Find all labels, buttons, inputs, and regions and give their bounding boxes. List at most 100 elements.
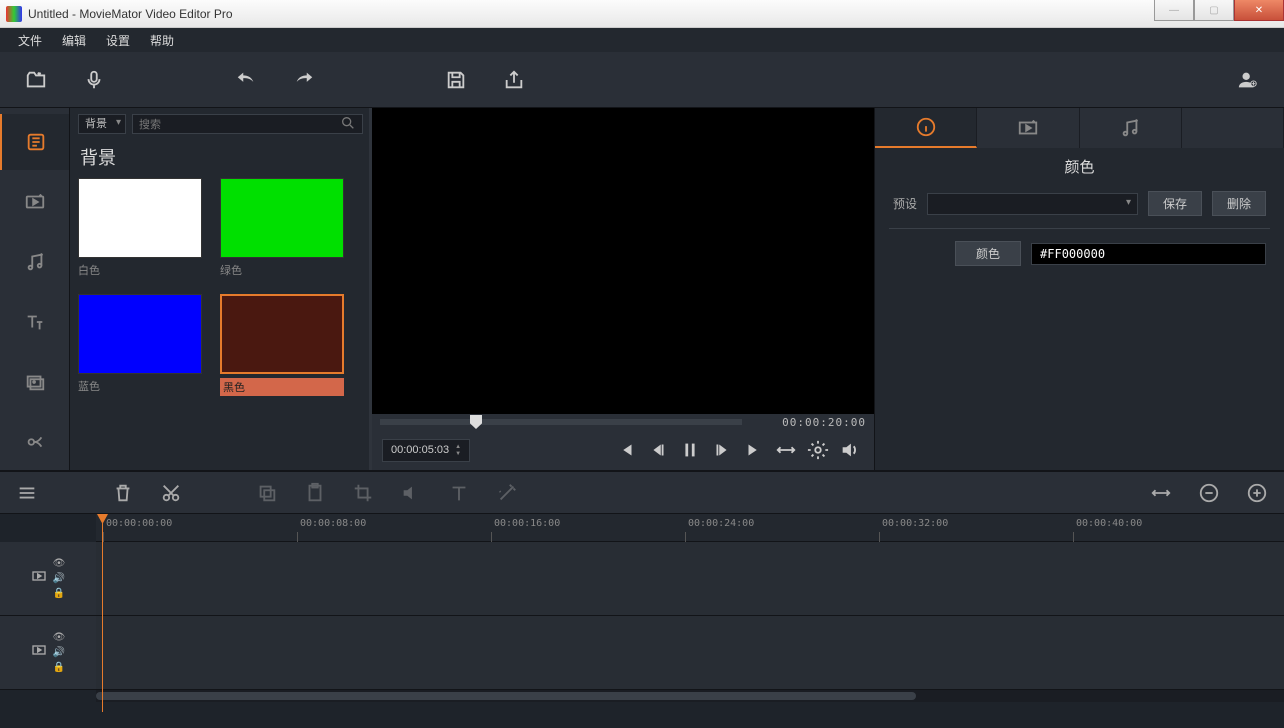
preview-controls: 00:00:05:03 ▲▼ <box>372 430 874 470</box>
track-lock-icon[interactable]: 🔒 <box>53 588 65 599</box>
color-value-field[interactable]: #FF000000 <box>1031 243 1266 265</box>
zoom-out-button[interactable] <box>1194 478 1224 508</box>
zoom-in-button[interactable] <box>1242 478 1272 508</box>
menu-edit[interactable]: 编辑 <box>54 29 94 52</box>
tab-text-icon[interactable] <box>0 294 69 350</box>
video-track-icon <box>31 642 47 663</box>
loop-button[interactable] <box>772 436 800 464</box>
user-add-button[interactable] <box>1226 60 1270 100</box>
ruler-tick: 00:00:40:00 <box>1076 518 1142 529</box>
magic-button[interactable] <box>492 478 522 508</box>
save-button[interactable] <box>434 60 478 100</box>
ruler-tick: 00:00:32:00 <box>882 518 948 529</box>
preset-dropdown[interactable] <box>927 193 1138 215</box>
left-tab-strip <box>0 108 70 470</box>
properties-panel: 颜色 预设 保存 删除 颜色 #FF000000 <box>874 108 1284 470</box>
divider <box>889 228 1270 229</box>
copy-button[interactable] <box>252 478 282 508</box>
cut-button[interactable] <box>156 478 186 508</box>
open-folder-button[interactable] <box>14 60 58 100</box>
preset-label: 预设 <box>893 195 917 212</box>
category-dropdown[interactable]: 背景 <box>78 114 126 134</box>
total-duration: 00:00:20:00 <box>782 416 866 429</box>
thumbnail-grid: 白色绿色蓝色黑色 <box>78 178 363 396</box>
thumbnail-2[interactable]: 蓝色 <box>78 294 202 396</box>
properties-title: 颜色 <box>875 148 1284 185</box>
ruler-tick: 00:00:08:00 <box>300 518 366 529</box>
time-down-icon[interactable]: ▼ <box>455 451 461 457</box>
track-audio-icon[interactable]: 🔊 <box>53 573 65 584</box>
skip-end-button[interactable] <box>740 436 768 464</box>
thumbnail-3[interactable]: 黑色 <box>220 294 344 396</box>
track-audio-icon[interactable]: 🔊 <box>53 647 65 658</box>
preset-delete-button[interactable]: 删除 <box>1212 191 1266 216</box>
top-toolbar <box>0 52 1284 108</box>
text-tool-button[interactable] <box>444 478 474 508</box>
menu-file[interactable]: 文件 <box>10 29 50 52</box>
ruler-tick: 00:00:00:00 <box>106 518 172 529</box>
menu-settings[interactable]: 设置 <box>98 29 138 52</box>
pause-button[interactable] <box>676 436 704 464</box>
crop-button[interactable] <box>348 478 378 508</box>
mute-button[interactable] <box>396 478 426 508</box>
tab-effects-icon[interactable] <box>0 414 69 470</box>
close-button[interactable]: ✕ <box>1234 0 1284 21</box>
scrub-handle[interactable] <box>470 415 482 429</box>
prop-tab-info-icon[interactable] <box>875 108 977 148</box>
video-track-2: 👁 🔊 🔒 <box>0 616 1284 690</box>
redo-button[interactable] <box>282 60 326 100</box>
prop-tab-more[interactable] <box>1182 108 1284 148</box>
timeline: 00:00:00:00 00:00:08:00 00:00:16:00 00:00:2… <box>0 514 1284 724</box>
thumbnail-0[interactable]: 白色 <box>78 178 202 278</box>
prop-tab-audio-icon[interactable] <box>1080 108 1182 148</box>
frame-fwd-button[interactable] <box>708 436 736 464</box>
video-track-1: 👁 🔊 🔒 <box>0 542 1284 616</box>
current-time-input[interactable]: 00:00:05:03 ▲▼ <box>382 439 470 462</box>
titlebar: Untitled - MovieMator Video Editor Pro —… <box>0 0 1284 28</box>
volume-button[interactable] <box>836 436 864 464</box>
microphone-button[interactable] <box>72 60 116 100</box>
tab-video-icon[interactable] <box>0 174 69 230</box>
search-placeholder: 搜索 <box>139 116 161 132</box>
playhead[interactable] <box>102 514 103 712</box>
tab-audio-icon[interactable] <box>0 234 69 290</box>
prop-tab-video-icon[interactable] <box>977 108 1079 148</box>
timeline-toolbar <box>0 470 1284 514</box>
track-visible-icon[interactable]: 👁 <box>53 632 66 643</box>
thumbnail-1[interactable]: 绿色 <box>220 178 344 278</box>
timeline-menu-icon[interactable] <box>12 478 42 508</box>
preview-panel: 00:00:20:00 00:00:05:03 ▲▼ <box>372 108 874 470</box>
menu-help[interactable]: 帮助 <box>142 29 182 52</box>
track-lock-icon[interactable]: 🔒 <box>53 662 65 673</box>
preset-save-button[interactable]: 保存 <box>1148 191 1202 216</box>
menubar: 文件 编辑 设置 帮助 <box>0 28 1284 52</box>
tab-media-icon[interactable] <box>0 114 69 170</box>
skip-start-button[interactable] <box>612 436 640 464</box>
library-panel: 背景 搜索 背景 白色绿色蓝色黑色 <box>70 108 372 470</box>
frame-back-button[interactable] <box>644 436 672 464</box>
track-body[interactable] <box>96 616 1284 689</box>
scrub-bar[interactable]: 00:00:20:00 <box>372 414 874 430</box>
export-button[interactable] <box>492 60 536 100</box>
video-track-icon <box>31 568 47 589</box>
app-logo-icon <box>6 6 22 22</box>
settings-button[interactable] <box>804 436 832 464</box>
ruler-tick: 00:00:16:00 <box>494 518 560 529</box>
tab-image-icon[interactable] <box>0 354 69 410</box>
timeline-scrollbar[interactable] <box>96 690 1284 702</box>
color-picker-button[interactable]: 颜色 <box>955 241 1021 266</box>
undo-button[interactable] <box>224 60 268 100</box>
library-section-title: 背景 <box>80 144 363 170</box>
fit-button[interactable] <box>1146 478 1176 508</box>
delete-button[interactable] <box>108 478 138 508</box>
paste-button[interactable] <box>300 478 330 508</box>
time-up-icon[interactable]: ▲ <box>455 444 461 450</box>
ruler-tick: 00:00:24:00 <box>688 518 754 529</box>
track-visible-icon[interactable]: 👁 <box>53 558 66 569</box>
search-input[interactable]: 搜索 <box>132 114 363 134</box>
preview-screen[interactable] <box>372 108 874 414</box>
time-ruler[interactable]: 00:00:00:00 00:00:08:00 00:00:16:00 00:00:2… <box>96 514 1284 542</box>
maximize-button[interactable]: ▢ <box>1194 0 1234 21</box>
minimize-button[interactable]: — <box>1154 0 1194 21</box>
track-body[interactable] <box>96 542 1284 615</box>
